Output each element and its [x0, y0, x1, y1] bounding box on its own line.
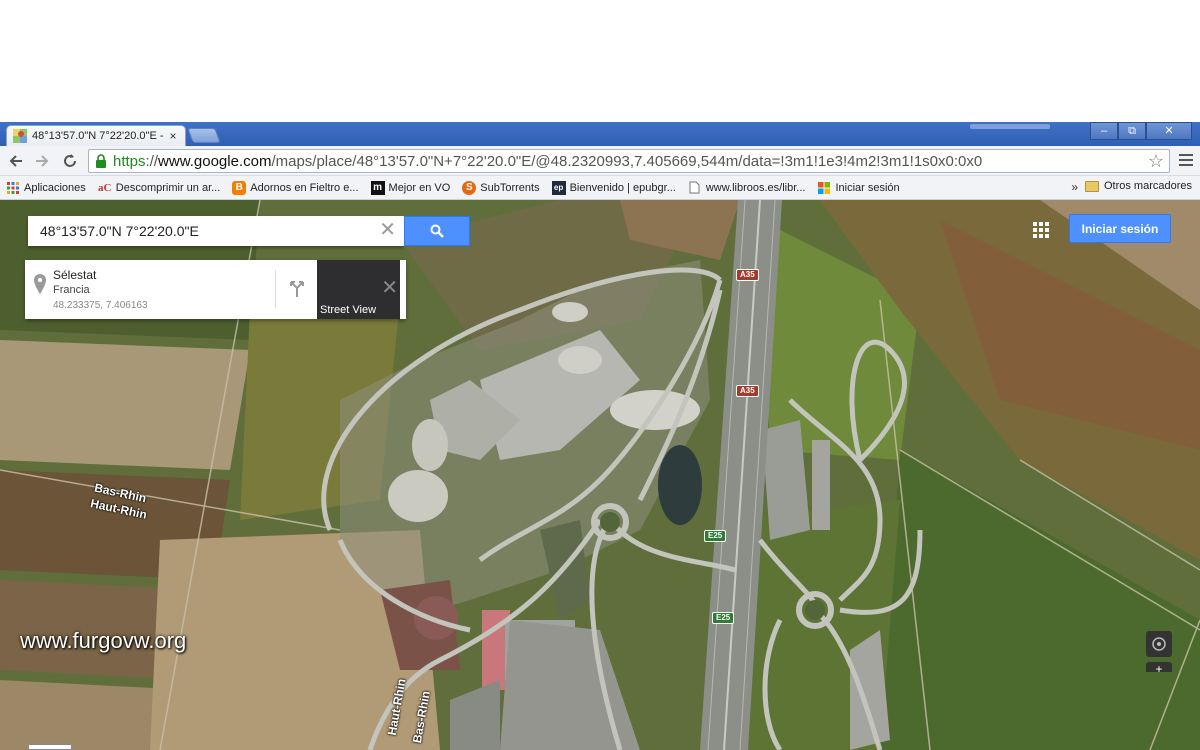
place-name: Sélestat [53, 268, 97, 282]
location-pin-icon [34, 274, 46, 294]
bookmark-descomprimir[interactable]: aC Descomprimir un ar... [98, 181, 221, 195]
other-bookmarks[interactable]: Otros marcadores [1084, 180, 1192, 192]
subtorrents-icon: S [462, 180, 477, 195]
directions-icon[interactable] [287, 278, 307, 298]
reload-button[interactable] [60, 151, 80, 171]
zoom-in-button[interactable]: + [1146, 662, 1172, 676]
bookmark-epubgratis[interactable]: ep Bienvenido | epubgr... [551, 180, 676, 195]
bookmark-mejor-en-vo[interactable]: m Mejor en VO [370, 180, 451, 195]
reload-icon [64, 154, 76, 167]
bookmark-libroos[interactable]: www.libroos.es/libr... [688, 181, 806, 195]
epub-icon: ep [551, 180, 566, 195]
bookmarks-bar: Aplicaciones aC Descomprimir un ar... B … [0, 176, 1200, 200]
back-button[interactable] [6, 151, 26, 171]
blogger-icon: B [232, 180, 247, 195]
bookmark-subtorrents[interactable]: S SubTorrents [462, 180, 540, 195]
tab-strip: 48°13'57.0"N 7°22'20.0"E - × – ⧉ ✕ [0, 122, 1200, 146]
restore-button[interactable]: ⧉ [1118, 122, 1146, 140]
google-maps-icon [13, 129, 27, 143]
search-icon [430, 224, 444, 238]
new-tab-button[interactable] [187, 128, 221, 143]
google-apps-icon[interactable] [1033, 222, 1049, 238]
watermark: www.furgovw.org [20, 628, 187, 653]
place-coordinates: 48.233375, 7.406163 [53, 300, 148, 311]
bookmark-label: Iniciar sesión [835, 181, 900, 194]
search-query: 48°13'57.0"N 7°22'20.0"E [40, 223, 199, 239]
road-shield-a35: A35 [736, 269, 759, 281]
lock-icon [96, 154, 106, 168]
bookmarks-overflow-button[interactable]: » [1071, 180, 1078, 194]
chrome-menu-icon[interactable] [1178, 152, 1194, 168]
compass-icon [1152, 637, 1166, 651]
minimize-button[interactable]: – [1090, 122, 1118, 140]
place-card[interactable]: Sélestat Francia 48.233375, 7.406163 Str… [25, 260, 406, 319]
url-path: /maps/place/48°13'57.0"N+7°22'20.0"E/@48… [271, 152, 983, 170]
other-bookmarks-label: Otros marcadores [1103, 180, 1192, 192]
street-view-label: Street View [320, 304, 377, 316]
card-divider [275, 270, 276, 308]
road-shield-a35: A35 [736, 385, 759, 397]
close-card-icon[interactable]: ✕ [381, 278, 398, 298]
clear-search-icon[interactable]: ✕ [379, 220, 396, 240]
bookmark-label: Aplicaciones [24, 181, 86, 194]
url-scheme: https [113, 152, 146, 170]
forward-arrow-icon [36, 155, 49, 167]
road-shield-e25: E25 [712, 612, 735, 624]
bookmark-iniciar-sesion[interactable]: Iniciar sesión [817, 181, 900, 195]
bookmark-label: Mejor en VO [388, 181, 451, 194]
place-country: Francia [53, 284, 90, 296]
browser-toolbar: https://www.google.com/maps/place/48°13'… [0, 146, 1200, 176]
url-host: www.google.com [158, 152, 272, 170]
forward-button[interactable] [32, 151, 52, 171]
blank-area [0, 0, 1200, 122]
bookmark-label: Adornos en Fieltro e... [250, 181, 359, 194]
bookmark-label: SubTorrents [480, 181, 540, 194]
pegman-control[interactable] [1146, 631, 1172, 657]
url-text: https://www.google.com/maps/place/48°13'… [113, 153, 982, 170]
ac-logo-icon: aC [98, 181, 112, 194]
satellite-map[interactable]: Bas-Rhin Haut-Rhin Haut-Rhin Bas-Rhin A3… [0, 200, 1200, 750]
sign-in-button[interactable]: Iniciar sesión [1069, 214, 1171, 243]
search-button[interactable] [404, 216, 470, 246]
address-bar[interactable]: https://www.google.com/maps/place/48°13'… [88, 149, 1170, 173]
url-separator: :// [145, 152, 159, 170]
apps-grid-icon [6, 181, 20, 195]
window-controls: – ⧉ ✕ [1090, 122, 1192, 140]
m-logo-icon: m [370, 180, 385, 195]
profile-indicator [970, 124, 1050, 129]
bookmark-adornos[interactable]: B Adornos en Fieltro e... [232, 180, 359, 195]
bookmark-apps[interactable]: Aplicaciones [6, 181, 86, 195]
road-shield-e25: E25 [704, 530, 727, 542]
tab-title: 48°13'57.0"N 7°22'20.0"E - [32, 130, 164, 142]
map-search-box[interactable]: 48°13'57.0"N 7°22'20.0"E ✕ [28, 216, 404, 246]
windows-icon [817, 181, 831, 195]
page-icon [688, 181, 702, 195]
folder-icon [1084, 180, 1099, 192]
browser-window: 48°13'57.0"N 7°22'20.0"E - × – ⧉ ✕ https… [0, 122, 1200, 750]
close-window-button[interactable]: ✕ [1146, 122, 1192, 140]
map-scale-widget [28, 744, 72, 750]
tab-close-icon[interactable]: × [167, 129, 179, 143]
bookmark-label: www.libroos.es/libr... [705, 181, 806, 194]
bookmark-star-icon[interactable]: ☆ [1148, 151, 1164, 172]
back-arrow-icon [9, 155, 22, 167]
bookmark-label: Descomprimir un ar... [115, 181, 221, 194]
active-tab[interactable]: 48°13'57.0"N 7°22'20.0"E - × [6, 125, 186, 146]
bookmark-label: Bienvenido | epubgr... [569, 181, 676, 194]
